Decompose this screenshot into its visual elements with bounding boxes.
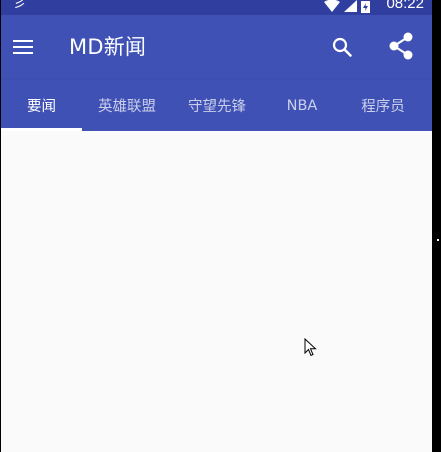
share-icon[interactable] [386, 31, 416, 61]
search-icon[interactable] [330, 35, 354, 59]
tab-bar: 要闻 英雄联盟 守望先锋 NBA 程序员 [1, 80, 432, 131]
tab-overwatch[interactable]: 守望先锋 [172, 80, 262, 131]
content-area[interactable] [1, 131, 432, 452]
signal-icon [344, 0, 357, 12]
mouse-cursor-icon [304, 338, 317, 357]
tab-programmer[interactable]: 程序员 [342, 80, 424, 131]
status-time: 08:22 [386, 0, 424, 12]
edge-dot [437, 239, 439, 241]
status-notification-glyph: 彡 [13, 0, 27, 11]
tab-label: 要闻 [27, 99, 56, 115]
battery-charging-icon [361, 1, 370, 13]
tab-nba[interactable]: NBA [262, 80, 342, 131]
status-bar: 彡 08:22 [1, 0, 432, 15]
tab-league-of-legends[interactable]: 英雄联盟 [82, 80, 172, 131]
tab-label: NBA [286, 97, 318, 114]
toolbar: MD新闻 [1, 15, 432, 80]
toolbar-title: MD新闻 [69, 35, 147, 59]
wifi-icon [324, 0, 340, 12]
menu-icon[interactable] [11, 35, 35, 59]
tab-headlines[interactable]: 要闻 [1, 80, 82, 131]
status-icons [324, 0, 370, 15]
app-screen: 彡 08:22 MD新闻 要闻 英雄联盟 守望先锋 NBA 程序员 [1, 0, 432, 452]
tab-label: 守望先锋 [188, 99, 246, 115]
tab-label: 英雄联盟 [98, 99, 156, 115]
tab-label: 程序员 [361, 99, 405, 115]
